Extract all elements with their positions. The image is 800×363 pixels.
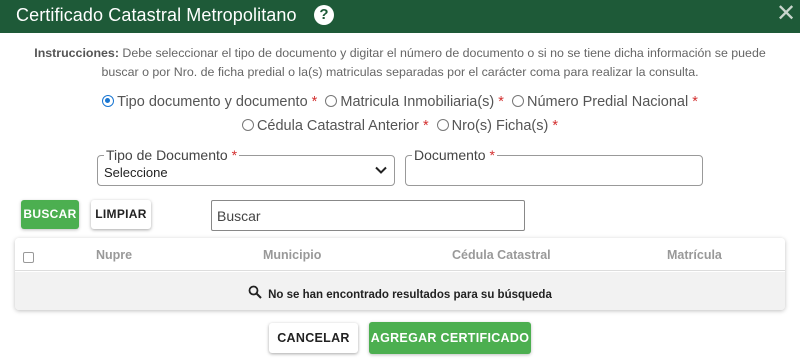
required-mark: * <box>489 147 495 163</box>
buscar-button[interactable]: BUSCAR <box>21 200 79 229</box>
radio-unselected-icon[interactable] <box>241 119 254 131</box>
search-type-radio-group: Tipo documento y documento * Matricula I… <box>0 94 800 110</box>
instructions-label: Instrucciones: <box>34 46 119 60</box>
magnifier-icon <box>248 285 262 299</box>
column-header-municipio[interactable]: Municipio <box>263 248 321 262</box>
search-type-radio-group-2: Cédula Catastral Anterior * Nro(s) Ficha… <box>0 118 800 134</box>
radio-label: Matricula Inmobiliaria(s) <box>340 94 495 110</box>
table-header: Nupre Municipio Cédula Catastral Matrícu… <box>15 238 785 271</box>
dialog-title: Certificado Catastral Metropolitano <box>16 5 297 25</box>
radio-unselected-icon[interactable] <box>325 95 338 107</box>
required-mark: * <box>311 94 318 110</box>
column-header-cedula-catastral[interactable]: Cédula Catastral <box>452 248 551 262</box>
required-mark: * <box>498 94 504 110</box>
empty-state: No se han encontrado resultados para su … <box>15 285 785 301</box>
tipo-documento-select[interactable]: Tipo de Documento * Seleccione <box>97 147 395 186</box>
radio-label: Número Predial Nacional <box>526 94 689 110</box>
documento-field[interactable]: Documento * <box>405 147 703 186</box>
results-table: Nupre Municipio Cédula Catastral Matrícu… <box>15 238 785 310</box>
question-circle-icon[interactable]: ? <box>314 5 334 25</box>
radio-cedula-catastral[interactable]: Cédula Catastral Anterior * <box>241 118 429 134</box>
close-icon[interactable]: ✕ <box>775 2 797 26</box>
required-mark: * <box>231 147 238 163</box>
required-mark: * <box>552 118 559 134</box>
empty-message: No se han encontrado resultados para su … <box>268 289 552 301</box>
radio-numero-predial[interactable]: Número Predial Nacional * <box>511 94 698 110</box>
dialog-header: Certificado Catastral Metropolitano ? ✕ <box>0 0 800 33</box>
instructions-line-1: Debe seleccionar el tipo de documento y … <box>122 46 766 60</box>
instructions-text: Instrucciones: Debe seleccionar el tipo … <box>14 44 786 82</box>
radio-label: Nro(s) Ficha(s) <box>451 118 549 134</box>
search-input[interactable] <box>211 200 525 231</box>
radio-unselected-icon[interactable] <box>511 95 524 107</box>
add-certificate-button[interactable]: AGREGAR CERTIFICADO <box>369 322 531 354</box>
chevron-down-icon[interactable] <box>374 163 388 177</box>
tipo-documento-value: Seleccione <box>104 165 168 180</box>
radio-nro-ficha[interactable]: Nro(s) Ficha(s) * <box>436 118 559 134</box>
required-mark: * <box>692 94 698 110</box>
radio-label: Tipo documento y documento <box>117 94 308 110</box>
radio-matricula-inmobiliaria[interactable]: Matricula Inmobiliaria(s) * <box>325 94 504 110</box>
radio-selected-icon[interactable] <box>102 95 115 107</box>
select-all-checkbox[interactable] <box>23 252 34 263</box>
radio-unselected-icon[interactable] <box>436 119 449 131</box>
column-header-nupre[interactable]: Nupre <box>96 248 132 262</box>
column-header-matricula[interactable]: Matrícula <box>667 248 722 262</box>
radio-tipo-documento[interactable]: Tipo documento y documento * <box>102 94 317 110</box>
instructions-line-2: buscar o por Nro. de ficha predial o la(… <box>101 65 699 79</box>
cancel-button[interactable]: CANCELAR <box>269 323 358 353</box>
documento-label: Documento * <box>412 147 497 163</box>
tipo-documento-label: Tipo de Documento * <box>104 147 240 163</box>
limpiar-button[interactable]: LIMPIAR <box>91 200 151 229</box>
radio-label: Cédula Catastral Anterior <box>256 118 419 134</box>
required-mark: * <box>422 118 429 134</box>
table-body: No se han encontrado resultados para su … <box>15 272 785 310</box>
